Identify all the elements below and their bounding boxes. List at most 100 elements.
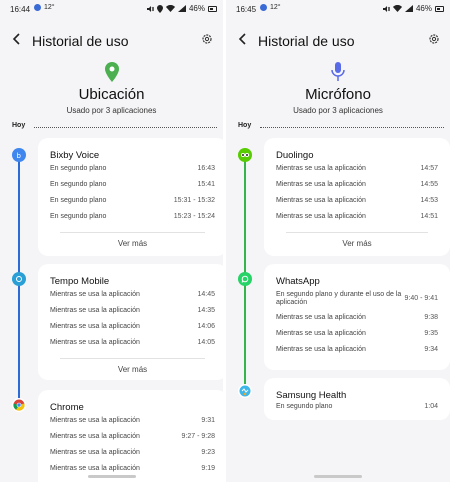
usage-row: En segundo plano 15:31 - 15:32 xyxy=(50,197,215,209)
app-name: Chrome xyxy=(50,402,84,413)
usage-row: Mientras se usa la aplicación 9:31 xyxy=(50,417,215,429)
usage-time: 9:31 xyxy=(201,417,215,424)
chrome-icon xyxy=(12,398,26,412)
svg-text:b: b xyxy=(17,152,22,159)
usage-label: En segundo plano xyxy=(50,197,107,204)
usage-time: 14:06 xyxy=(197,323,215,330)
microphone-icon xyxy=(331,62,345,81)
day-label: Hoy xyxy=(238,122,252,129)
usage-row: Mientras se usa la aplicación 14:35 xyxy=(50,307,215,319)
bixby-icon: b xyxy=(12,148,26,162)
app-card-duolingo[interactable]: Duolingo Mientras se usa la aplicación 14… xyxy=(264,138,450,256)
battery-percent: 46% xyxy=(188,4,205,13)
see-more-button[interactable]: Ver más xyxy=(38,365,223,374)
usage-row: Mientras se usa la aplicación 14:51 xyxy=(276,213,438,225)
usage-time: 14:53 xyxy=(420,197,438,204)
usage-row: En segundo plano 15:41 xyxy=(50,181,215,193)
usage-row: Mientras se usa la aplicación 14:55 xyxy=(276,181,438,193)
usage-time: 9:35 xyxy=(424,330,438,337)
usage-row: En segundo plano 16:43 xyxy=(50,165,215,177)
see-more-button[interactable]: Ver más xyxy=(38,239,223,248)
usage-label: Mientras se usa la aplicación xyxy=(276,314,366,321)
mute-icon xyxy=(146,5,154,12)
app-card-bixby-voice[interactable]: Bixby Voice En segundo plano 16:43 En seg… xyxy=(38,138,223,256)
day-label: Hoy xyxy=(12,122,26,129)
gear-icon[interactable] xyxy=(428,33,440,45)
permission-header: Micrófono Usado por 3 aplicaciones xyxy=(226,62,450,115)
usage-time: 14:35 xyxy=(197,307,215,314)
status-temp: 12° xyxy=(270,4,281,11)
mute-icon xyxy=(382,5,390,12)
app-name: Bixby Voice xyxy=(50,150,100,161)
usage-time: 14:05 xyxy=(197,339,215,346)
usage-label: Mientras se usa la aplicación xyxy=(276,165,366,172)
day-divider xyxy=(260,127,444,128)
usage-row: Mientras se usa la aplicación 14:06 xyxy=(50,323,215,335)
card-divider xyxy=(60,358,205,359)
status-right: 46% xyxy=(146,4,217,13)
wifi-icon xyxy=(165,5,175,12)
usage-time: 15:31 - 15:32 xyxy=(173,197,215,204)
usage-row: Mientras se usa la aplicación 9:35 xyxy=(276,330,438,342)
home-indicator[interactable] xyxy=(314,475,362,478)
usage-label: Mientras se usa la aplicación xyxy=(276,213,366,220)
usage-time: 14:45 xyxy=(197,291,215,298)
status-time: 16:44 xyxy=(10,5,31,14)
usage-time: 9:38 xyxy=(424,314,438,321)
app-card-whatsapp[interactable]: WhatsApp En segundo plano y durante el u… xyxy=(264,264,450,370)
signal-icon xyxy=(404,5,413,12)
battery-icon xyxy=(208,5,217,12)
usage-row: En segundo plano 1:04 xyxy=(276,403,438,415)
card-divider xyxy=(286,232,428,233)
status-bar: 16:45 12° 46% xyxy=(226,0,450,18)
back-arrow-icon[interactable] xyxy=(236,32,250,46)
page-title: Historial de uso xyxy=(258,33,355,49)
battery-percent: 46% xyxy=(415,4,432,13)
location-pin-icon xyxy=(104,62,119,82)
usage-row: En segundo plano y durante el uso de la … xyxy=(276,291,438,309)
app-card-chrome[interactable]: Chrome Mientras se usa la aplicación 9:31… xyxy=(38,390,223,482)
usage-label: En segundo plano xyxy=(50,181,107,188)
app-name: Tempo Mobile xyxy=(50,276,110,287)
whatsapp-icon xyxy=(238,272,252,286)
usage-label: En segundo plano xyxy=(276,403,333,410)
usage-row: Mientras se usa la aplicación 14:05 xyxy=(50,339,215,351)
permission-subtitle: Usado por 3 aplicaciones xyxy=(66,106,157,115)
usage-time: 14:51 xyxy=(420,213,438,220)
permission-subtitle: Usado por 3 aplicaciones xyxy=(293,106,383,115)
usage-row: En segundo plano 15:23 - 15:24 xyxy=(50,213,215,225)
back-arrow-icon[interactable] xyxy=(10,32,24,46)
usage-time: 15:23 - 15:24 xyxy=(173,213,215,220)
gear-icon[interactable] xyxy=(201,33,213,45)
samsung-health-icon xyxy=(238,384,252,398)
usage-label: Mientras se usa la aplicación xyxy=(50,339,140,346)
usage-label: En segundo plano xyxy=(50,213,107,220)
top-bar: Historial de uso xyxy=(0,28,223,52)
usage-time: 14:57 xyxy=(420,165,438,172)
signal-icon xyxy=(177,5,186,12)
usage-row: Mientras se usa la aplicación 14:57 xyxy=(276,165,438,177)
usage-label: Mientras se usa la aplicación xyxy=(50,465,140,472)
usage-time: 15:41 xyxy=(197,181,215,188)
usage-row: Mientras se usa la aplicación 14:45 xyxy=(50,291,215,303)
see-more-button[interactable]: Ver más xyxy=(264,239,450,248)
usage-label: En segundo plano xyxy=(50,165,107,172)
duolingo-icon xyxy=(238,148,252,162)
permission-title: Ubicación xyxy=(78,86,145,103)
usage-label: Mientras se usa la aplicación xyxy=(276,181,366,188)
usage-label: Mientras se usa la aplicación xyxy=(276,197,366,204)
top-bar: Historial de uso xyxy=(226,28,450,52)
usage-time: 9:23 xyxy=(201,449,215,456)
usage-label: Mientras se usa la aplicación xyxy=(276,346,366,353)
app-card-tempo-mobile[interactable]: Tempo Mobile Mientras se usa la aplicaci… xyxy=(38,264,223,380)
status-temp: 12° xyxy=(44,4,55,11)
usage-label: Mientras se usa la aplicación xyxy=(276,330,366,337)
permission-header: Ubicación Usado por 3 aplicaciones xyxy=(0,62,223,115)
usage-row: Mientras se usa la aplicación 9:34 xyxy=(276,346,438,358)
app-card-samsung-health[interactable]: Samsung Health En segundo plano 1:04 xyxy=(264,378,450,420)
home-indicator[interactable] xyxy=(87,475,136,478)
status-time: 16:45 xyxy=(236,5,257,14)
usage-label: Mientras se usa la aplicación xyxy=(50,449,140,456)
notification-icon xyxy=(34,4,41,11)
page-title: Historial de uso xyxy=(32,33,129,49)
